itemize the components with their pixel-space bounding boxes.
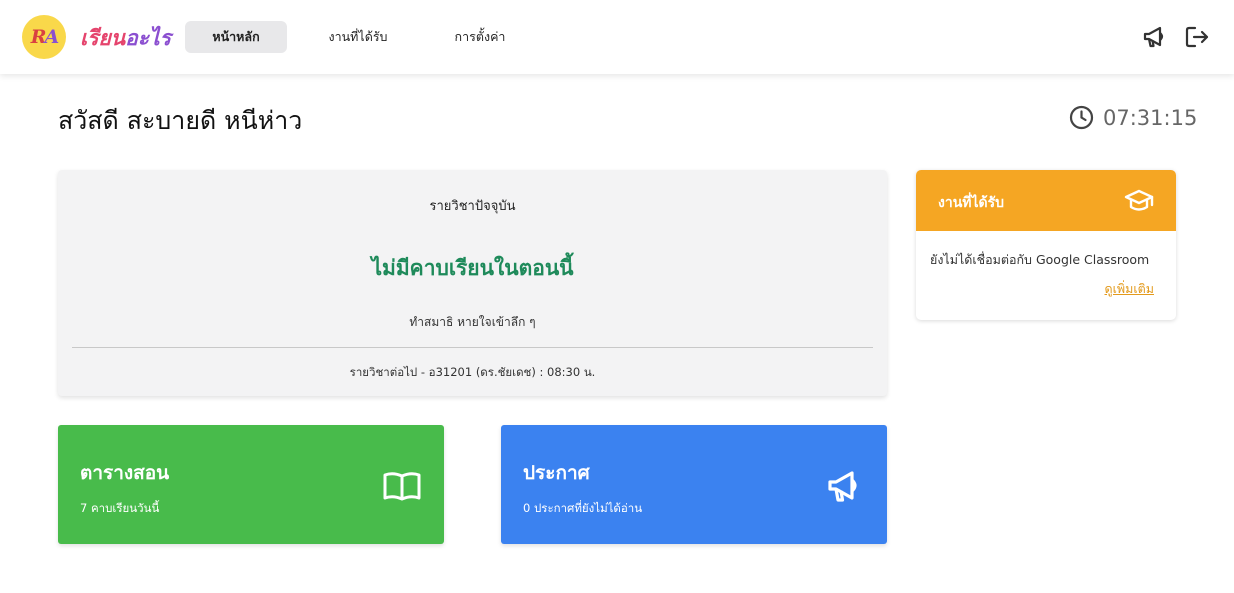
clock: 07:31:15 bbox=[1069, 105, 1197, 130]
announcement-tile[interactable]: ประกาศ 0 ประกาศที่ยังไม่ได้อ่าน bbox=[501, 425, 887, 544]
divider bbox=[72, 347, 873, 348]
graduation-cap-icon bbox=[1124, 189, 1154, 211]
assignments-card: งานที่ได้รับ ยังไม่ได้เชื่อมต่อกับ Googl… bbox=[916, 170, 1176, 320]
announcement-tile-title: ประกาศ bbox=[523, 462, 590, 484]
clock-time: 07:31:15 bbox=[1103, 105, 1198, 130]
logout-icon[interactable] bbox=[1184, 24, 1210, 50]
clock-icon bbox=[1069, 105, 1094, 130]
nav-assignments[interactable]: งานที่ได้รับ bbox=[318, 21, 398, 53]
schedule-tile-title: ตารางสอน bbox=[80, 462, 170, 484]
greeting-title: สวัสดี สะบายดี หนีห่าว bbox=[58, 106, 303, 135]
next-subject-info: รายวิชาต่อไป - อ31201 (ดร.ชัยเดช) : 08:3… bbox=[349, 365, 596, 379]
nav-home[interactable]: หน้าหลัก bbox=[185, 21, 287, 53]
book-icon bbox=[383, 472, 421, 501]
schedule-tile[interactable]: ตารางสอน 7 คาบเรียนวันนี้ bbox=[58, 425, 444, 544]
current-subject-title: รายวิชาปัจจุบัน bbox=[429, 199, 516, 214]
schedule-tile-subtitle: 7 คาบเรียนวันนี้ bbox=[80, 501, 160, 515]
app-logo[interactable]: RA bbox=[22, 15, 66, 59]
assignments-card-title: งานที่ได้รับ bbox=[938, 195, 1005, 211]
megaphone-icon bbox=[828, 471, 857, 502]
nav-settings[interactable]: การตั้งค่า bbox=[444, 21, 516, 53]
top-navbar: RA เรียนอะไร หน้าหลัก งานที่ได้รับ การตั… bbox=[0, 0, 1234, 74]
see-more-link[interactable]: ดูเพิ่มเติม bbox=[1105, 279, 1155, 299]
announcement-tile-subtitle: 0 ประกาศที่ยังไม่ได้อ่าน bbox=[523, 501, 643, 515]
current-subject-message: ทำสมาธิ หายใจเข้าลึก ๆ bbox=[409, 315, 536, 329]
brand-name[interactable]: เรียนอะไร bbox=[80, 22, 171, 55]
current-subject-status: ไม่มีคาบเรียนในตอนนี้ bbox=[371, 256, 574, 280]
assignments-card-header: งานที่ได้รับ bbox=[916, 170, 1176, 231]
current-subject-card: รายวิชาปัจจุบัน ไม่มีคาบเรียนในตอนนี้ ทำ… bbox=[58, 170, 887, 396]
megaphone-icon[interactable] bbox=[1142, 24, 1168, 50]
logo-mark: RA bbox=[30, 26, 60, 48]
assignments-card-text: ยังไม่ได้เชื่อมต่อกับ Google Classroom bbox=[930, 252, 1150, 267]
